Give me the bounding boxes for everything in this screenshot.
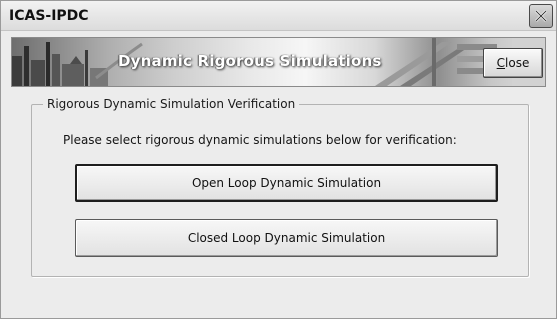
dialog-window: ICAS-IPDC Dynamic Rigorous Simulations C…	[0, 0, 557, 319]
header-banner: Dynamic Rigorous Simulations	[11, 37, 546, 87]
close-button[interactable]: Close	[483, 48, 543, 78]
banner-title: Dynamic Rigorous Simulations	[118, 52, 382, 70]
close-button-mnemonic: C	[496, 56, 506, 70]
instructions-text: Please select rigorous dynamic simulatio…	[63, 133, 457, 147]
closed-loop-simulation-button[interactable]: Closed Loop Dynamic Simulation	[75, 219, 498, 257]
title-bar[interactable]: ICAS-IPDC	[1, 1, 556, 31]
group-legend: Rigorous Dynamic Simulation Verification	[43, 97, 300, 111]
open-loop-simulation-button[interactable]: Open Loop Dynamic Simulation	[75, 164, 498, 202]
window-title: ICAS-IPDC	[9, 8, 89, 24]
close-x-icon[interactable]	[529, 4, 553, 28]
open-loop-simulation-label: Open Loop Dynamic Simulation	[191, 176, 382, 190]
close-button-label-rest: lose	[505, 56, 530, 70]
closed-loop-simulation-label: Closed Loop Dynamic Simulation	[187, 231, 386, 245]
